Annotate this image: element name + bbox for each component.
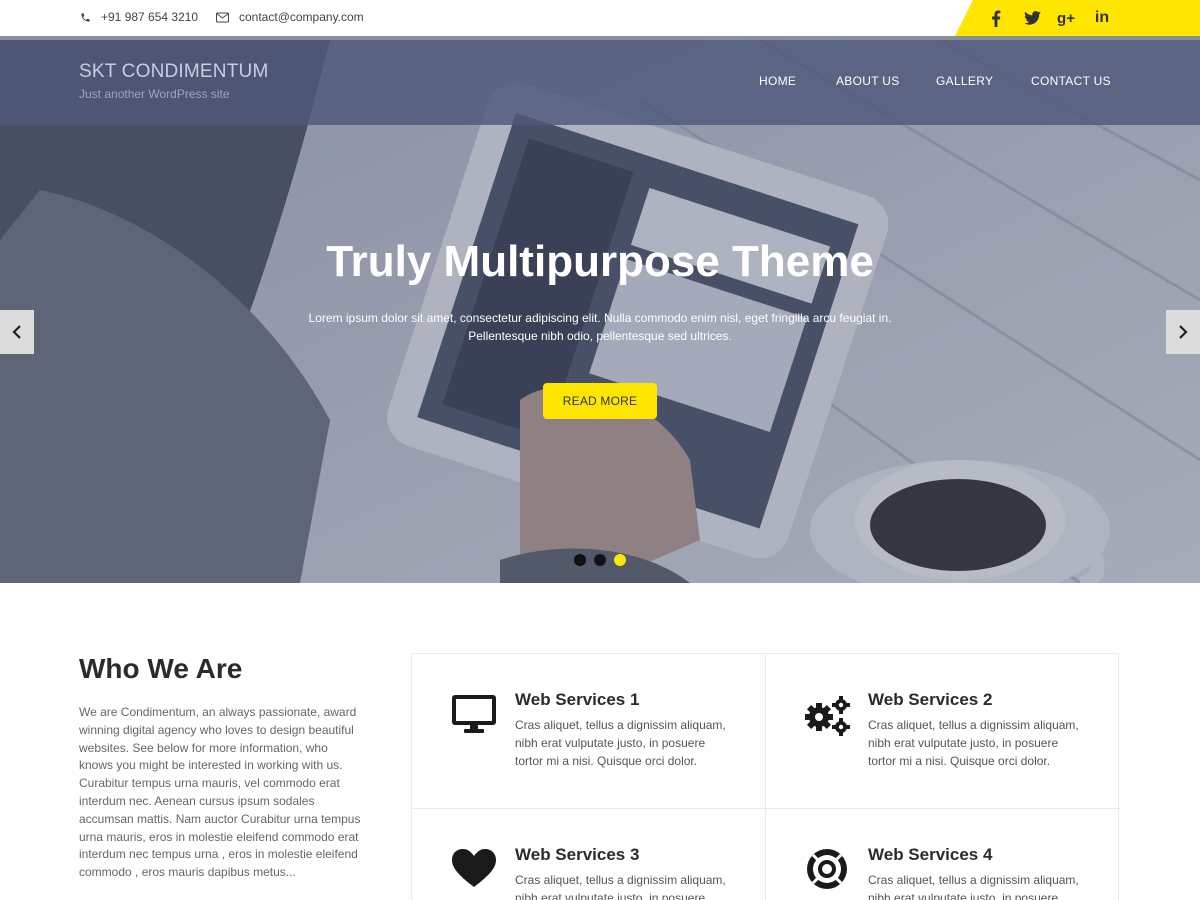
nav-gallery[interactable]: GALLERY <box>936 74 993 88</box>
services-divider-horizontal <box>412 808 1120 809</box>
hero-text-line-2: Pellentesque nibh odio, pellentesque sed… <box>468 329 732 343</box>
chevron-right-icon <box>1179 325 1188 339</box>
service-title-2[interactable]: Web Services 2 <box>868 690 992 710</box>
who-we-are-text: We are Condimentum, an always passionate… <box>79 705 361 880</box>
email-contact[interactable]: contact@company.com <box>216 10 364 24</box>
services-divider-vertical <box>765 654 766 900</box>
nav-contact-us[interactable]: CONTACT US <box>1031 74 1111 88</box>
service-text-3: Cras aliquet, tellus a dignissim aliquam… <box>515 873 726 900</box>
slider-dot-3[interactable] <box>614 554 626 566</box>
who-we-are-title: Who We Are <box>79 653 243 684</box>
hero-title: Truly Multipurpose Theme <box>326 237 874 286</box>
nav-about-us[interactable]: ABOUT US <box>836 74 900 88</box>
nav-home[interactable]: HOME <box>759 74 796 88</box>
life-ring-icon <box>804 846 850 892</box>
site-tagline: Just another WordPress site <box>79 87 230 101</box>
slider-dot-2[interactable] <box>594 554 606 566</box>
service-text-1: Cras aliquet, tellus a dignissim aliquam… <box>515 718 726 768</box>
slider-prev-button[interactable] <box>0 310 34 354</box>
chevron-left-icon <box>12 325 21 339</box>
phone-number: +91 987 654 3210 <box>101 10 199 24</box>
twitter-icon[interactable] <box>1021 8 1043 28</box>
facebook-icon[interactable] <box>985 8 1007 28</box>
envelope-icon <box>216 12 229 22</box>
linkedin-icon[interactable]: in <box>1091 8 1113 28</box>
read-more-button[interactable]: READ MORE <box>543 383 657 419</box>
service-text-4: Cras aliquet, tellus a dignissim aliquam… <box>868 873 1079 900</box>
service-title-1[interactable]: Web Services 1 <box>515 690 639 710</box>
services-grid: Web Services 1 Cras aliquet, tellus a di… <box>411 653 1120 900</box>
service-text-2: Cras aliquet, tellus a dignissim aliquam… <box>868 718 1079 768</box>
gears-icon <box>802 692 852 738</box>
slider-next-button[interactable] <box>1166 310 1200 354</box>
service-title-3[interactable]: Web Services 3 <box>515 845 639 865</box>
top-bar: +91 987 654 3210 contact@company.com g+ … <box>0 0 1200 36</box>
google-plus-icon[interactable]: g+ <box>1055 8 1077 28</box>
heart-icon <box>450 846 498 890</box>
service-title-4[interactable]: Web Services 4 <box>868 845 992 865</box>
social-links: g+ in <box>955 0 1200 36</box>
site-title[interactable]: SKT CONDIMENTUM <box>79 61 268 83</box>
slider-dot-1[interactable] <box>574 554 586 566</box>
phone-icon <box>81 12 90 22</box>
hero-text-line-1: Lorem ipsum dolor sit amet, consectetur … <box>308 311 892 325</box>
email-address: contact@company.com <box>239 10 364 24</box>
monitor-icon <box>450 692 498 736</box>
phone-contact[interactable]: +91 987 654 3210 <box>80 10 198 24</box>
hero-text: Lorem ipsum dolor sit amet, consectetur … <box>300 309 900 345</box>
